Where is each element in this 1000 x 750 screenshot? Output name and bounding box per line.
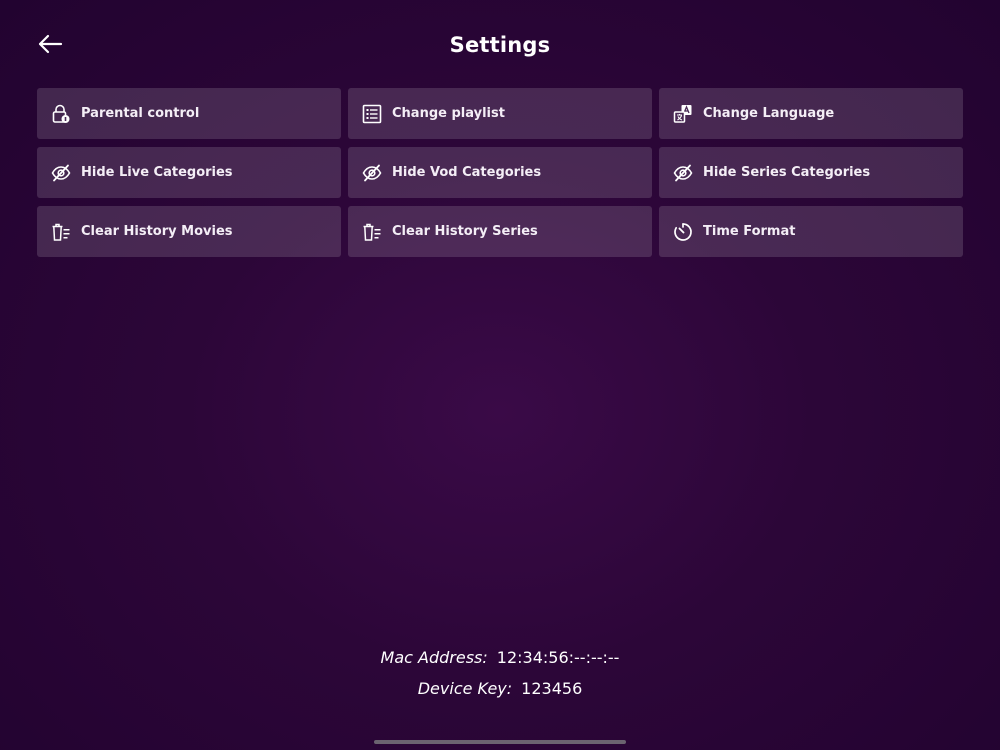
clear-history-series-button[interactable]: Clear History Series (348, 206, 652, 257)
clear-history-icon (51, 222, 71, 242)
hide-series-categories-button[interactable]: Hide Series Categories (659, 147, 963, 198)
settings-grid: Parental control Change playlist Change … (37, 88, 963, 257)
mac-address-row: Mac Address: 12:34:56:--:--:-- (0, 648, 1000, 667)
clear-history-icon (362, 222, 382, 242)
eye-off-icon (362, 163, 382, 183)
tile-label: Clear History Series (392, 224, 538, 239)
mac-address-value: 12:34:56:--:--:-- (496, 648, 620, 667)
tile-label: Time Format (703, 224, 796, 239)
tile-label: Hide Vod Categories (392, 165, 542, 180)
time-format-button[interactable]: Time Format (659, 206, 963, 257)
change-playlist-button[interactable]: Change playlist (348, 88, 652, 139)
list-icon (362, 104, 382, 124)
hide-vod-categories-button[interactable]: Hide Vod Categories (348, 147, 652, 198)
device-key-label: Device Key: (417, 679, 513, 698)
mac-address-label: Mac Address: (380, 648, 488, 667)
tile-label: Parental control (81, 106, 200, 121)
eye-off-icon (51, 163, 71, 183)
tile-label: Change playlist (392, 106, 505, 121)
translate-icon (673, 104, 693, 124)
hide-live-categories-button[interactable]: Hide Live Categories (37, 147, 341, 198)
device-key-value: 123456 (521, 679, 583, 698)
eye-off-icon (673, 163, 693, 183)
tile-label: Clear History Movies (81, 224, 233, 239)
clear-history-movies-button[interactable]: Clear History Movies (37, 206, 341, 257)
change-language-button[interactable]: Change Language (659, 88, 963, 139)
tile-label: Hide Series Categories (703, 165, 871, 180)
page-title: Settings (449, 33, 551, 57)
device-key-row: Device Key: 123456 (0, 679, 1000, 698)
tile-label: Hide Live Categories (81, 165, 233, 180)
lock-icon (51, 104, 71, 124)
home-indicator[interactable] (374, 740, 626, 744)
tile-label: Change Language (703, 106, 835, 121)
timer-icon (673, 222, 693, 242)
parental-control-button[interactable]: Parental control (37, 88, 341, 139)
